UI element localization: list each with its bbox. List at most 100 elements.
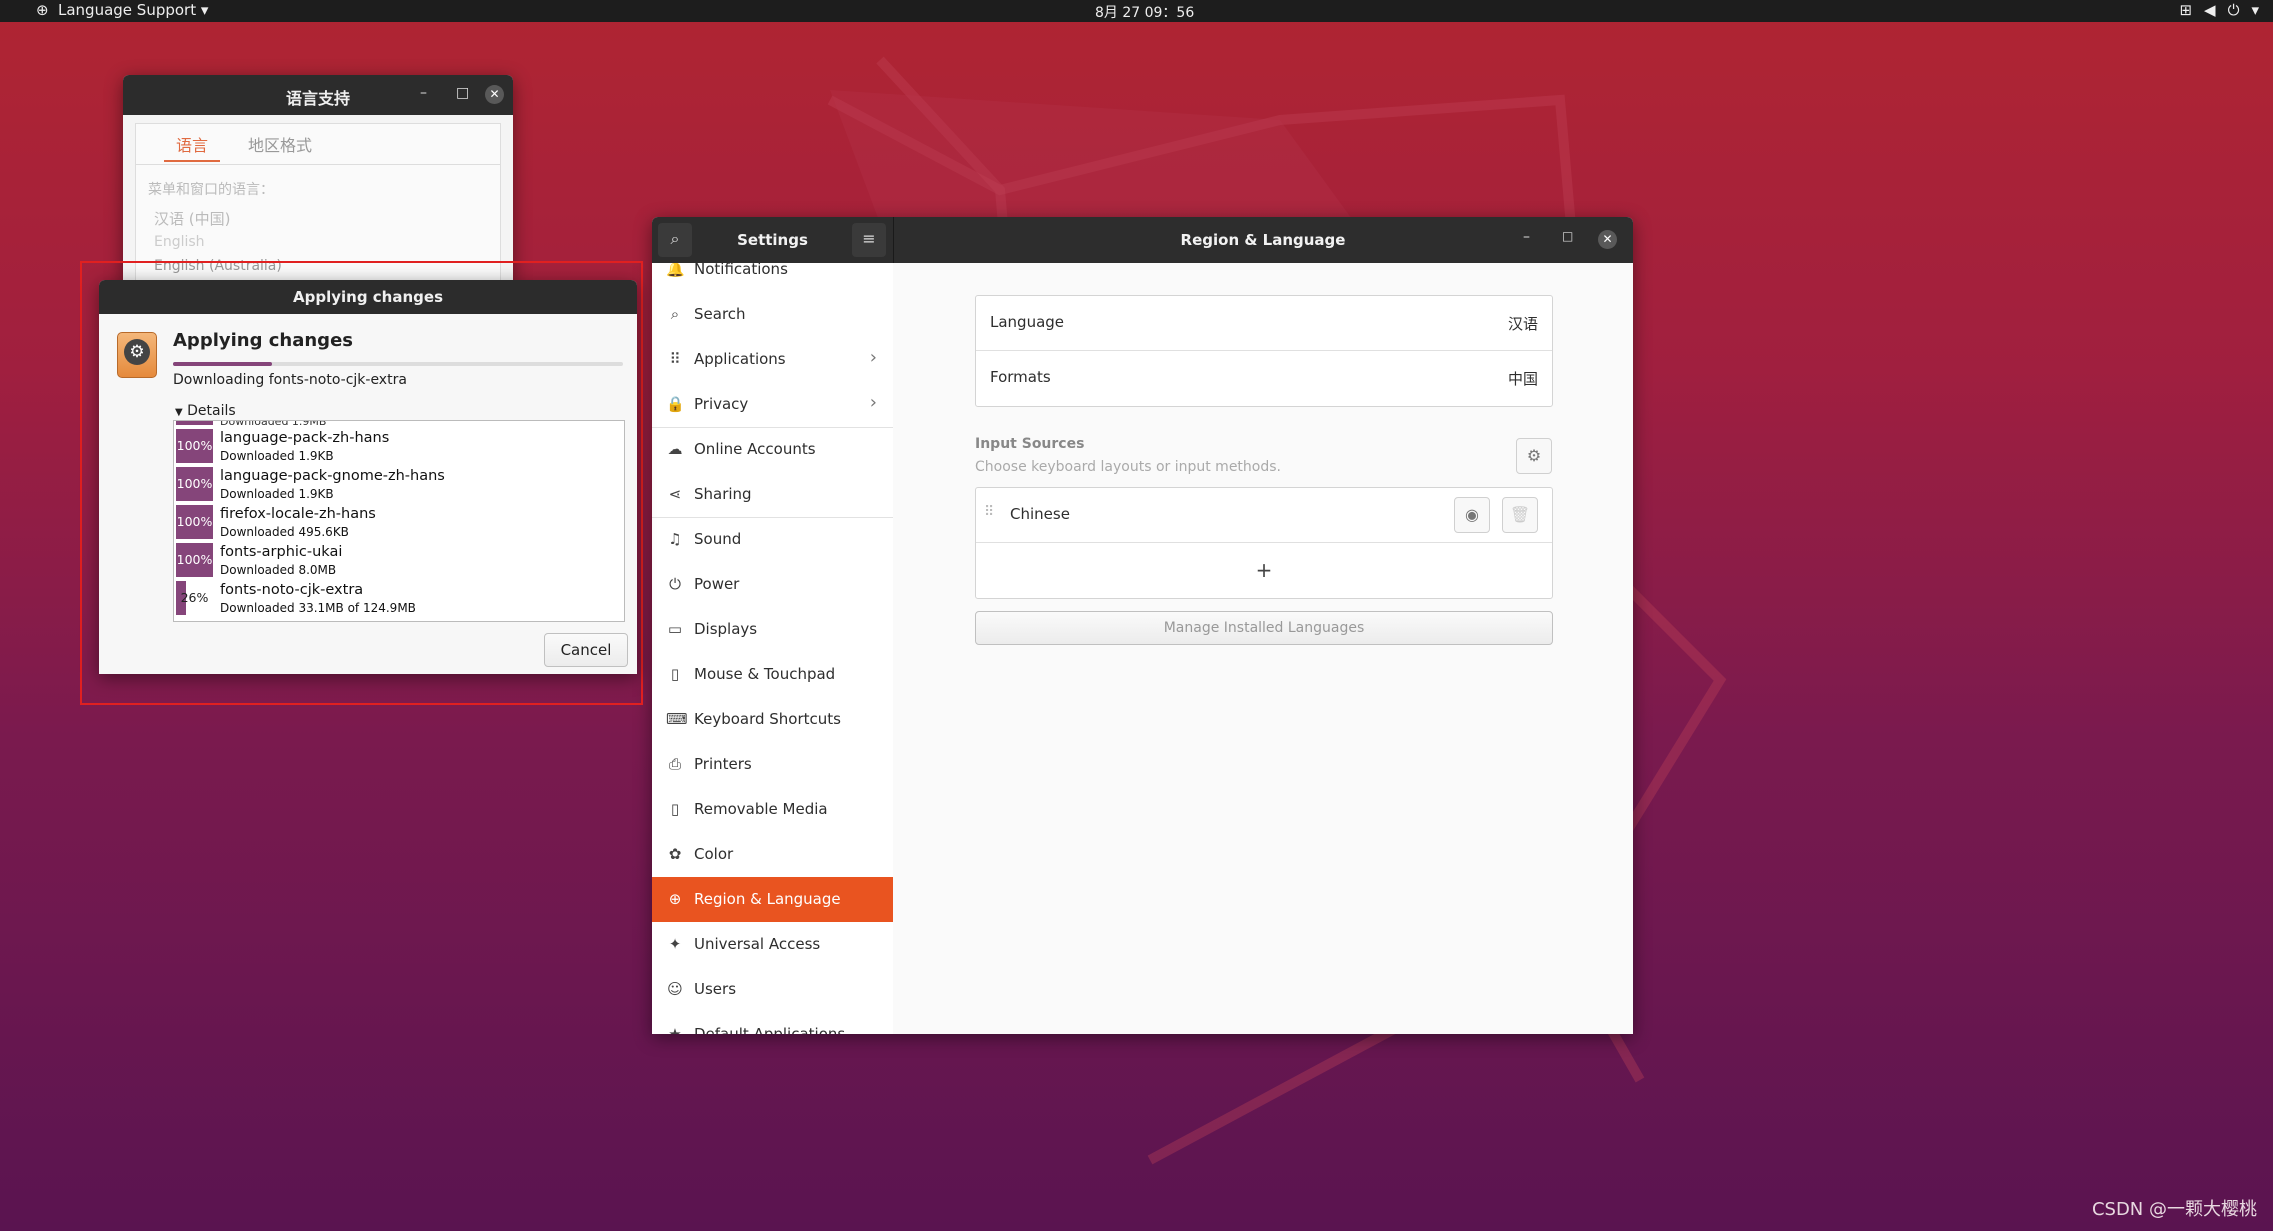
sidebar-item-label: Privacy [694,395,749,413]
sidebar-item-printers[interactable]: ⎙ Printers [652,742,893,787]
list-item[interactable]: 汉语 (中国) [154,208,230,229]
titlebar: Applying changes [99,280,637,314]
trash-icon[interactable]: 🗑 [1502,497,1538,533]
input-source-row[interactable]: ⠿ Chinese ◉ 🗑 [976,488,1552,542]
package-name: firefox-locale-zh-hans [220,506,376,522]
chevron-right-icon: › [869,347,877,368]
tab-regional-formats[interactable]: 地区格式 [236,132,324,156]
chevron-down-icon: ▾ [200,1,209,19]
download-status: Downloading fonts-noto-cjk-extra [173,372,407,388]
sidebar-item-label: Sound [694,530,742,548]
sidebar-item-label: Color [694,845,734,863]
section-label: 菜单和窗口的语言： [148,182,274,198]
language-support-window: 语言支持 – □ ✕ 语言 地区格式 菜单和窗口的语言： 汉语 (中国) Eng… [123,75,513,285]
progress-bar: 100% [176,505,213,539]
lock-icon: 🔒 [666,395,685,413]
maximize-button[interactable]: □ [1562,229,1573,243]
drag-handle-icon[interactable]: ⠿ [984,504,994,520]
overall-progress-fill [173,362,272,366]
apps-grid-icon: ⠿ [669,350,681,368]
top-panel: ⊕ Language Support ▾ 8月 27 09：56 ⊞◀⏻▾ [0,0,2273,22]
sidebar-item-sound[interactable]: ♫ Sound [652,517,893,562]
sidebar-item-online-accounts[interactable]: ☁ Online Accounts [652,427,893,472]
input-options-gear-icon[interactable]: ⚙ [1516,438,1552,474]
chevron-right-icon: › [869,392,877,413]
tab-language[interactable]: 语言 [164,132,221,162]
sidebar-item-region-language[interactable]: ⊕ Region & Language [652,877,893,922]
progress-bar: 100% [176,467,213,501]
sidebar-item-search[interactable]: ⌕ Search [652,292,893,337]
list-item[interactable]: English [154,234,205,250]
globe-icon: ⊕ [36,1,49,19]
sidebar-item-sharing[interactable]: ⋖ Sharing [652,472,893,517]
dialog-heading: Applying changes [173,330,353,351]
progress-bar [176,421,213,425]
system-tray[interactable]: ⊞◀⏻▾ [2179,1,2259,19]
package-list[interactable]: Downloaded 1.9MB 100% language-pack-zh-ha… [173,420,625,622]
package-status: Downloaded 1.9KB [220,487,334,501]
share-icon: ⋖ [668,485,682,503]
sidebar-item-displays[interactable]: ▭ Displays [652,607,893,652]
list-item[interactable]: 100% language-pack-gnome-zh-hans Downloade… [176,465,616,501]
window-title: 语言支持 [285,89,350,108]
clock[interactable]: 8月 27 09：56 [1095,2,1194,22]
eye-icon[interactable]: ◉ [1454,497,1490,533]
dialog-title: Applying changes [293,288,443,306]
package-status: Downloaded 1.9KB [220,449,334,463]
percent-label: 100% [176,514,213,529]
sidebar-item-color[interactable]: ✿ Color [652,832,893,877]
sidebar-item-label: Notifications [694,263,788,278]
usb-drive-icon: ▯ [670,800,680,818]
menu-icon[interactable]: ≡ [852,223,886,257]
close-button[interactable]: ✕ [1598,230,1617,249]
close-button[interactable]: ✕ [485,85,504,104]
input-source-label: Chinese [1010,505,1070,523]
sidebar-item-notifications[interactable]: 🔔 Notifications [652,263,893,292]
list-item[interactable]: 100% firefox-locale-zh-hans Downloaded 495… [176,503,616,539]
keyboard-icon: ⌨ [666,710,688,728]
sidebar-item-default-applications[interactable]: ★ Default Applications [652,1012,893,1034]
users-icon: ☺ [667,980,683,998]
app-menu[interactable]: Language Support ▾ [58,1,208,19]
display-icon: ▭ [667,620,683,638]
gear-icon: ⚙ [124,339,150,365]
list-item[interactable]: 100% fonts-arphic-ukai Downloaded 8.0MB [176,541,616,577]
language-row[interactable]: Language 汉语 [976,296,1552,350]
percent-label: 26% [180,590,209,605]
sidebar-item-mouse-touchpad[interactable]: ▯ Mouse & Touchpad [652,652,893,697]
minimize-button[interactable]: – [420,85,427,101]
formats-row[interactable]: Formats 中国 [976,351,1552,406]
add-input-source-button[interactable]: + [976,543,1552,598]
app-menu-label: Language Support [58,1,197,19]
sidebar-item-keyboard-shortcuts[interactable]: ⌨ Keyboard Shortcuts [652,697,893,742]
list-item[interactable]: 26% fonts-noto-cjk-extra Downloaded 33.1MB… [176,579,616,615]
language-value: 汉语 [1507,315,1538,333]
input-sources-title: Input Sources [975,436,1085,452]
color-icon: ✿ [668,845,682,863]
manage-installed-languages-button[interactable]: Manage Installed Languages [975,611,1553,645]
list-item[interactable]: 100% language-pack-zh-hans Downloaded 1.9K… [176,427,616,463]
cancel-button[interactable]: Cancel [544,633,628,667]
sidebar-item-users[interactable]: ☺ Users [652,967,893,1012]
sidebar-item-universal-access[interactable]: ✦ Universal Access [652,922,893,967]
progress-bar: 100% [176,429,213,463]
package-status: Downloaded 495.6KB [220,525,349,539]
minimize-button[interactable]: – [1523,229,1530,245]
settings-window: ⌕ Settings ≡ Region & Language – □ ✕ 🔔 No… [652,217,1633,1034]
network-icon: ⊞ [2179,1,2205,19]
sidebar-item-removable-media[interactable]: ▯ Removable Media [652,787,893,832]
sidebar-item-power[interactable]: ⏻ Power [652,562,893,607]
chevron-down-icon: ▾ [2251,1,2259,19]
details-expander[interactable]: ▼ Details [175,403,236,419]
details-label: Details [187,403,236,419]
sidebar-item-label: Mouse & Touchpad [694,665,836,683]
sidebar-item-applications[interactable]: ⠿ Applications › [652,337,893,382]
power-icon: ⏻ [669,575,681,593]
language-label: Language [990,313,1065,331]
sidebar-item-label: Online Accounts [694,440,816,458]
settings-sidebar: 🔔 Notifications ⌕ Search ⠿ Applications › 🔒 Priv… [652,263,894,1034]
overall-progress-bar [173,362,623,366]
sidebar-item-privacy[interactable]: 🔒 Privacy › [652,382,893,427]
maximize-button[interactable]: □ [456,85,469,101]
sidebar-item-label: Sharing [694,485,752,503]
